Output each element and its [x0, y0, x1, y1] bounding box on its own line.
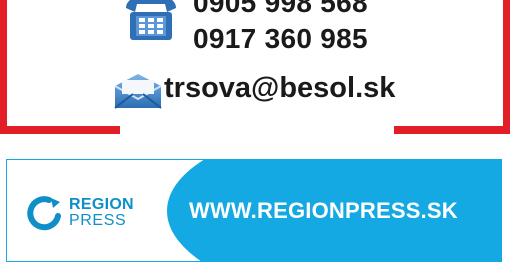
- logo-region-text: REGION: [69, 196, 134, 213]
- region-press-logo-text: REGION PRESS: [69, 197, 134, 229]
- website-link[interactable]: WWW.REGIONPRESS.SK: [189, 198, 458, 224]
- region-press-banner[interactable]: REGION PRESS WWW.REGIONPRESS.SK: [6, 159, 502, 262]
- logo-press-text: PRESS: [69, 212, 127, 229]
- region-press-logo-icon: [27, 196, 61, 231]
- telephone-icon: [126, 0, 176, 40]
- envelope-icon: [114, 74, 162, 109]
- frame-gap: [120, 126, 394, 136]
- phone-number-1[interactable]: 0905 998 568: [193, 0, 368, 18]
- email-link[interactable]: trsova@besol.sk: [164, 72, 395, 104]
- contact-box: [0, 0, 510, 134]
- phone-number-2[interactable]: 0917 360 985: [193, 24, 368, 54]
